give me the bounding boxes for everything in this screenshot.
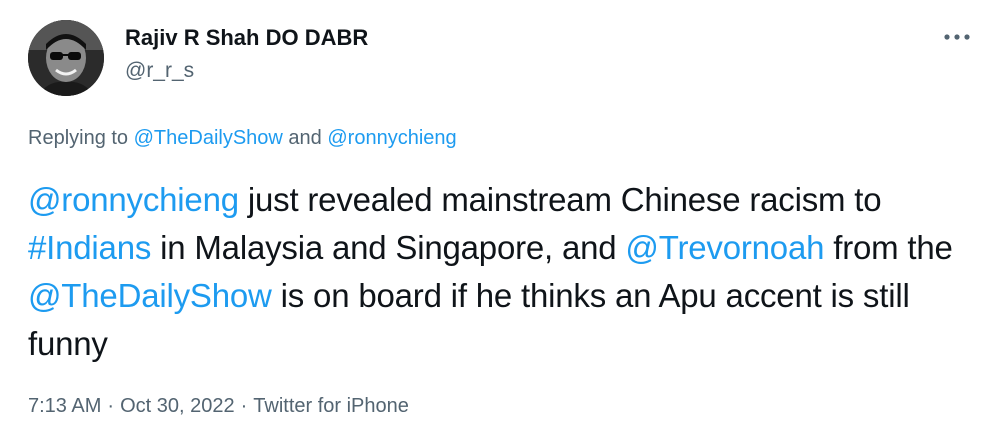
mention-ronnychieng[interactable]: @ronnychieng [28, 181, 239, 218]
avatar-photo [28, 20, 104, 96]
reply-mention-thedailyshow[interactable]: @TheDailyShow [134, 127, 283, 149]
tweet-date[interactable]: Oct 30, 2022 [120, 395, 235, 417]
author-handle[interactable]: @r_r_s [125, 58, 368, 84]
reply-mention-ronnychieng[interactable]: @ronnychieng [327, 127, 456, 149]
mention-thedailyshow[interactable]: @TheDailyShow [28, 277, 272, 314]
more-options-button[interactable] [940, 24, 974, 50]
author-display-name[interactable]: Rajiv R Shah DO DABR [125, 24, 368, 52]
mention-trevornoah[interactable]: @Trevornoah [625, 229, 824, 266]
tweet-meta: 7:13 AM · Oct 30, 2022 · Twitter for iPhone [28, 392, 409, 420]
reply-context-prefix: Replying to [28, 127, 134, 149]
author-info: Rajiv R Shah DO DABR @r_r_s [125, 24, 368, 84]
meta-separator: · [107, 395, 115, 417]
meta-separator: · [240, 395, 248, 417]
tweet-card: Rajiv R Shah DO DABR @r_r_s Replying to … [0, 0, 1000, 441]
hashtag-indians[interactable]: #Indians [28, 229, 151, 266]
tweet-text-segment: in Malaysia and Singapore, and [151, 229, 626, 266]
avatar[interactable] [28, 20, 104, 96]
reply-context-connector: and [282, 127, 328, 149]
tweet-text: @ronnychieng just revealed mainstream Ch… [28, 176, 978, 368]
tweet-text-segment: from the [824, 229, 953, 266]
more-horizontal-icon [944, 34, 970, 40]
tweet-text-segment: just revealed mainstream Chinese racism … [238, 181, 882, 218]
reply-context: Replying to @TheDailyShow and @ronnychie… [28, 124, 457, 152]
tweet-time[interactable]: 7:13 AM [28, 395, 101, 417]
tweet-source[interactable]: Twitter for iPhone [253, 395, 409, 417]
